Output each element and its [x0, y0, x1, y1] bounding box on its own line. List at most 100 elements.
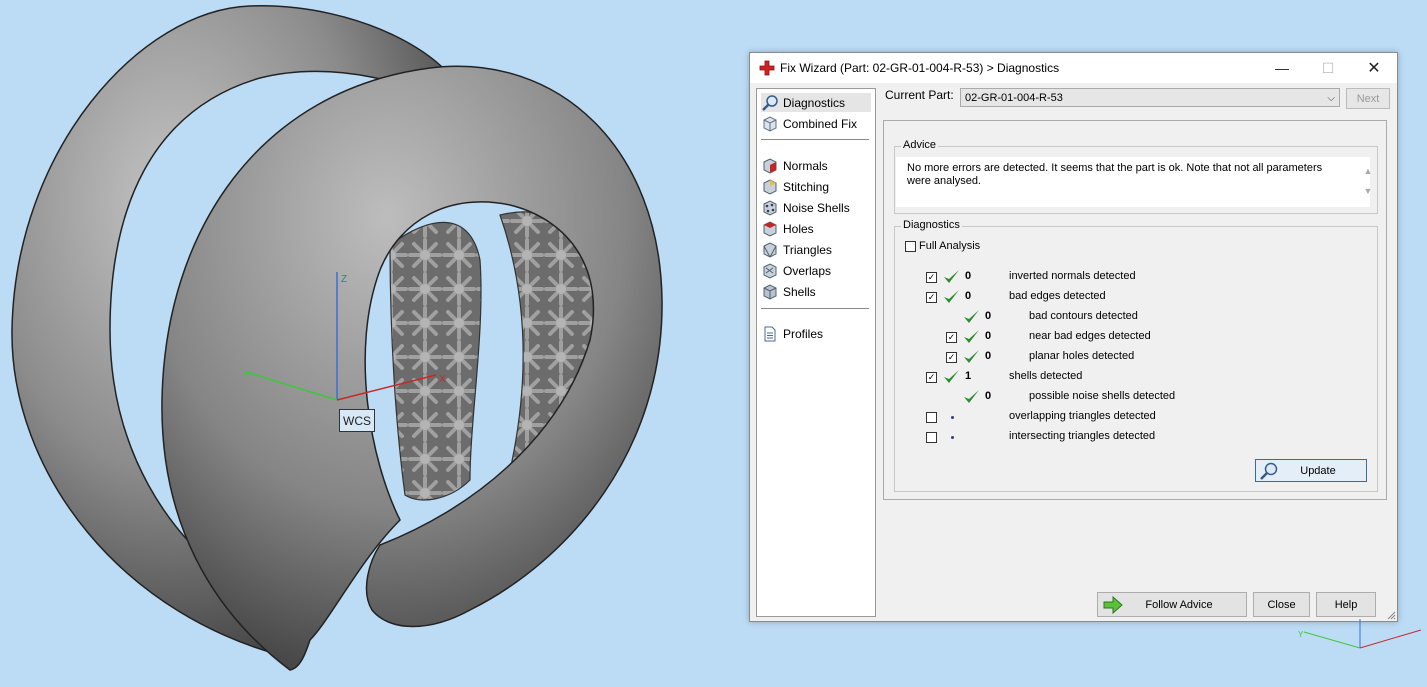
diagnostic-label: overlapping triangles detected	[1009, 410, 1156, 422]
sidebar-item-label: Holes	[783, 221, 814, 236]
sidebar-item-shells[interactable]: Shells	[761, 282, 871, 301]
follow-advice-button[interactable]: Follow Advice	[1097, 592, 1247, 617]
diagnostic-label: bad contours detected	[1029, 310, 1138, 322]
maximize-button[interactable]: ☐	[1305, 53, 1351, 83]
help-button[interactable]: Help	[1316, 592, 1376, 617]
green-arrow-icon	[1103, 596, 1123, 614]
status-dot-icon	[951, 416, 954, 419]
diagnostic-label: shells detected	[1009, 370, 1083, 382]
noise-shells-icon	[763, 199, 777, 216]
diagnostic-label: intersecting triangles detected	[1009, 430, 1156, 442]
green-check-icon	[964, 310, 979, 323]
normals-cube-icon	[763, 157, 777, 174]
green-check-icon	[964, 350, 979, 363]
diagnostic-count: 0	[985, 350, 992, 362]
sidebar-item-triangles[interactable]: Triangles	[761, 240, 871, 259]
diagnostic-row: intersecting triangles detected	[895, 427, 1375, 447]
window-title: Fix Wizard (Part: 02-GR-01-004-R-53) > D…	[780, 61, 1060, 75]
diagnostic-count: 0	[965, 270, 972, 282]
green-check-icon	[944, 370, 959, 383]
update-label: Update	[1300, 464, 1336, 477]
diagnostic-checkbox[interactable]: ✓	[926, 371, 937, 383]
diagnostic-row: ✓ 0 bad edges detected	[895, 287, 1375, 307]
holes-cube-icon	[763, 220, 777, 237]
diagnostic-checkbox[interactable]	[926, 431, 937, 443]
svg-text:X: X	[439, 374, 446, 385]
update-button[interactable]: Update	[1255, 459, 1367, 482]
full-analysis-option[interactable]: Full Analysis	[905, 240, 980, 252]
diagnostic-count: 0	[985, 310, 992, 322]
diagnostic-label: possible noise shells detected	[1029, 390, 1176, 402]
sidebar-item-label: Combined Fix	[783, 116, 858, 131]
orientation-axes: Y	[1298, 619, 1422, 649]
sidebar-divider	[761, 308, 869, 309]
sidebar-item-holes[interactable]: Holes	[761, 219, 871, 238]
advice-text: No more errors are detected. It seems th…	[896, 157, 1370, 207]
diagnostic-row: ✓ 0 inverted normals detected	[895, 267, 1375, 287]
next-button[interactable]: Next	[1346, 88, 1390, 109]
stitching-cube-icon	[763, 178, 777, 195]
advice-title: Advice	[901, 139, 939, 151]
diagnostic-label: bad edges detected	[1009, 290, 1106, 302]
diagnostic-checkbox[interactable]: ✓	[926, 271, 937, 283]
window-close-button[interactable]: ✕	[1351, 53, 1397, 83]
full-analysis-label: Full Analysis	[919, 240, 981, 252]
sidebar-item-label: Normals	[783, 158, 828, 173]
diagnostic-count: 0	[985, 330, 992, 342]
wizard-sidebar: Diagnostics Combined Fix Normals Stitchi…	[756, 88, 876, 617]
diagnostics-title: Diagnostics	[901, 219, 962, 231]
diagnostics-panel: Advice No more errors are detected. It s…	[883, 120, 1387, 500]
svg-text:Z: Z	[341, 274, 347, 285]
diagnostic-checkbox[interactable]: ✓	[946, 351, 957, 363]
diagnostic-row: ✓ 0 near bad edges detected	[895, 327, 1375, 347]
svg-text:Y: Y	[243, 370, 250, 381]
sidebar-item-stitching[interactable]: Stitching	[761, 177, 871, 196]
diagnostic-checkbox[interactable]: ✓	[946, 331, 957, 343]
triangles-cube-icon	[763, 241, 777, 258]
sidebar-item-label: Overlaps	[783, 263, 832, 278]
diagnostic-row: ✓ 1 shells detected	[895, 367, 1375, 387]
red-cross-icon	[759, 60, 775, 76]
sidebar-item-label: Stitching	[783, 179, 830, 194]
sidebar-item-overlaps[interactable]: Overlaps	[761, 261, 871, 280]
magnifier-icon	[762, 94, 778, 111]
current-part-select[interactable]: 02-GR-01-004-R-53 ⌵	[960, 88, 1340, 107]
sidebar-divider	[761, 139, 869, 140]
sidebar-item-normals[interactable]: Normals	[761, 156, 871, 175]
diagnostic-row: ✓ 0 planar holes detected	[895, 347, 1375, 367]
shells-cube-icon	[763, 283, 777, 300]
sidebar-item-label: Profiles	[783, 326, 824, 341]
fix-wizard-dialog: Fix Wizard (Part: 02-GR-01-004-R-53) > D…	[749, 52, 1398, 622]
diagnostic-checkbox[interactable]: ✓	[926, 291, 937, 303]
diagnostic-row: overlapping triangles detected	[895, 407, 1375, 427]
sidebar-item-label: Diagnostics	[783, 95, 846, 110]
document-icon	[764, 326, 776, 341]
minimize-button[interactable]: —	[1259, 53, 1305, 83]
sidebar-item-profiles[interactable]: Profiles	[761, 324, 871, 343]
full-analysis-checkbox[interactable]	[905, 240, 916, 252]
diagnostic-label: inverted normals detected	[1009, 270, 1136, 282]
wcs-label: WCS	[339, 409, 375, 432]
close-button[interactable]: Close	[1253, 592, 1310, 617]
diagnostic-count: 1	[965, 370, 972, 382]
green-check-icon	[964, 390, 979, 403]
current-part-label: Current Part:	[885, 88, 954, 102]
green-check-icon	[944, 290, 959, 303]
advice-group: Advice No more errors are detected. It s…	[894, 139, 1378, 214]
diagnostics-group: Diagnostics Full Analysis ✓ 0 inverted nor…	[894, 219, 1378, 492]
sidebar-item-combined-fix[interactable]: Combined Fix	[761, 114, 871, 133]
diagnostic-label: planar holes detected	[1029, 350, 1135, 362]
title-bar[interactable]: Fix Wizard (Part: 02-GR-01-004-R-53) > D…	[750, 53, 1397, 83]
svg-text:Y: Y	[1298, 630, 1304, 639]
sidebar-item-label: Shells	[783, 284, 816, 299]
diagnostic-row: 0 bad contours detected	[895, 307, 1375, 327]
sidebar-item-noise-shells[interactable]: Noise Shells	[761, 198, 871, 217]
diagnostic-count: 0	[985, 390, 992, 402]
green-check-icon	[964, 330, 979, 343]
sidebar-item-label: Noise Shells	[783, 200, 850, 215]
diagnostic-checkbox[interactable]	[926, 411, 937, 423]
sidebar-item-diagnostics[interactable]: Diagnostics	[761, 93, 871, 112]
advice-scrollbar[interactable]: ▲ ▼	[1362, 161, 1374, 201]
diagnostic-count: 0	[965, 290, 972, 302]
sidebar-item-label: Triangles	[783, 242, 832, 257]
